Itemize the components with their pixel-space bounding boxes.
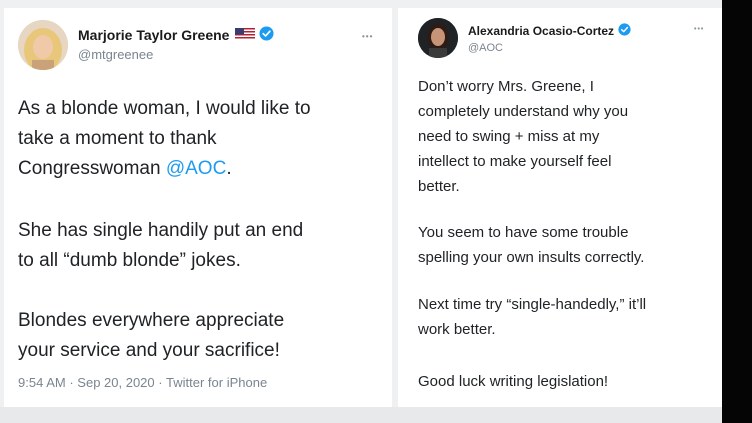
bottom-strip bbox=[0, 407, 722, 423]
tweet-body-mtg-p2: She has single handily put an end to all… bbox=[18, 216, 303, 276]
body-line: to all “dumb blonde” jokes. bbox=[18, 250, 241, 271]
avatar-aoc[interactable] bbox=[418, 18, 458, 58]
body-line: spelling your own insults correctly. bbox=[418, 249, 645, 266]
avatar-mtg-graphic bbox=[18, 20, 68, 70]
meta-separator: · bbox=[158, 375, 163, 390]
tweet-body-aoc-p3: Next time try “single-handedly,” it’ll w… bbox=[418, 292, 646, 342]
screenshot-canvas: Marjorie Taylor Greene @mtgreenee ••• As… bbox=[0, 0, 752, 423]
black-side-border bbox=[722, 0, 752, 423]
avatar-aoc-graphic bbox=[418, 18, 458, 58]
body-line: Next time try “single-handedly,” it’ll bbox=[418, 296, 647, 313]
avatar-mtg[interactable] bbox=[18, 20, 68, 70]
tweet-body-mtg-p3: Blondes everywhere appreciate your servi… bbox=[18, 306, 284, 366]
display-name-mtg[interactable]: Marjorie Taylor Greene bbox=[78, 27, 229, 43]
meta-separator: · bbox=[69, 375, 74, 390]
verified-badge-icon bbox=[618, 23, 631, 39]
body-line-prefix: Congresswoman bbox=[18, 158, 166, 179]
display-name-aoc[interactable]: Alexandria Ocasio-Cortez bbox=[468, 24, 614, 38]
tweet-body-aoc-p2: You seem to have some trouble spelling y… bbox=[418, 220, 644, 270]
body-line: She has single handily put an end bbox=[18, 220, 304, 241]
body-line: work better. bbox=[418, 321, 496, 338]
body-line: As a blonde woman, I would like to bbox=[18, 98, 311, 119]
tweet-date[interactable]: Sep 20, 2020 bbox=[77, 375, 154, 390]
body-line: intellect to make yourself feel bbox=[418, 153, 612, 170]
handle-aoc[interactable]: @AOC bbox=[468, 42, 503, 54]
body-line-with-mention: Congresswoman @AOC. bbox=[18, 154, 311, 184]
body-line: Don’t worry Mrs. Greene, I bbox=[418, 78, 594, 95]
body-line-suffix: . bbox=[226, 158, 232, 179]
body-line: better. bbox=[418, 178, 460, 195]
body-line: You seem to have some trouble bbox=[418, 224, 629, 241]
tweet-card-mtg[interactable]: Marjorie Taylor Greene @mtgreenee ••• As… bbox=[4, 8, 392, 408]
body-line: Blondes everywhere appreciate bbox=[18, 310, 285, 331]
body-line: Good luck writing legislation! bbox=[418, 373, 609, 390]
name-row-aoc: Alexandria Ocasio-Cortez bbox=[468, 23, 631, 39]
tweet-body-aoc: Don’t worry Mrs. Greene, I completely un… bbox=[418, 74, 628, 199]
mention-link-aoc[interactable]: @AOC bbox=[166, 158, 226, 179]
tweet-card-aoc[interactable]: Alexandria Ocasio-Cortez @AOC ••• Don’t … bbox=[398, 8, 722, 408]
tweet-body-mtg: As a blonde woman, I would like to take … bbox=[18, 94, 311, 184]
name-row-mtg: Marjorie Taylor Greene bbox=[78, 26, 274, 44]
more-options-icon[interactable]: ••• bbox=[362, 32, 373, 41]
body-line: take a moment to thank bbox=[18, 128, 217, 149]
body-line: completely understand why you bbox=[418, 103, 629, 120]
tweet-time[interactable]: 9:54 AM bbox=[18, 375, 66, 390]
tweet-source[interactable]: Twitter for iPhone bbox=[166, 375, 267, 390]
tweet-body-aoc-p4: Good luck writing legislation! bbox=[418, 369, 608, 394]
body-line: your service and your sacrifice! bbox=[18, 340, 280, 361]
us-flag-icon bbox=[235, 27, 256, 43]
verified-badge-icon bbox=[259, 26, 274, 44]
more-options-icon[interactable]: ••• bbox=[694, 26, 704, 33]
handle-mtg[interactable]: @mtgreenee bbox=[78, 47, 153, 62]
tweet-meta-mtg: 9:54 AM · Sep 20, 2020 · Twitter for iPh… bbox=[18, 375, 267, 390]
body-line: need to swing + miss at my bbox=[418, 128, 600, 145]
